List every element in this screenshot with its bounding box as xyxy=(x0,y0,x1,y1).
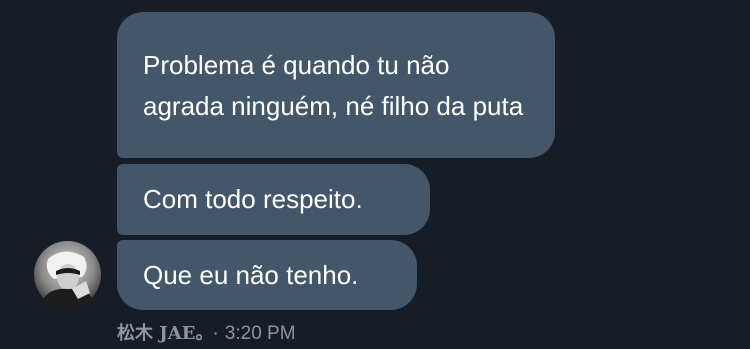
message-thread: Problema é quando tu não agrada ninguém,… xyxy=(0,0,750,349)
message-bubble[interactable]: Com todo respeito. xyxy=(117,164,430,235)
message-timestamp: 3:20 PM xyxy=(224,323,296,344)
message-meta: 松木 JAE。 · 3:20 PM xyxy=(117,322,296,346)
message-bubble[interactable]: Problema é quando tu não agrada ninguém,… xyxy=(117,12,555,158)
profile-photo-icon xyxy=(34,241,101,308)
message-text: Com todo respeito. xyxy=(143,184,363,214)
message-text: Que eu não tenho. xyxy=(143,259,359,290)
sender-name[interactable]: 松木 JAE。 xyxy=(117,323,204,344)
message-bubble[interactable]: Que eu não tenho. xyxy=(117,240,417,310)
message-text: Problema é quando tu não agrada ninguém,… xyxy=(143,50,524,121)
avatar[interactable] xyxy=(34,241,101,308)
meta-separator: · xyxy=(212,323,219,344)
